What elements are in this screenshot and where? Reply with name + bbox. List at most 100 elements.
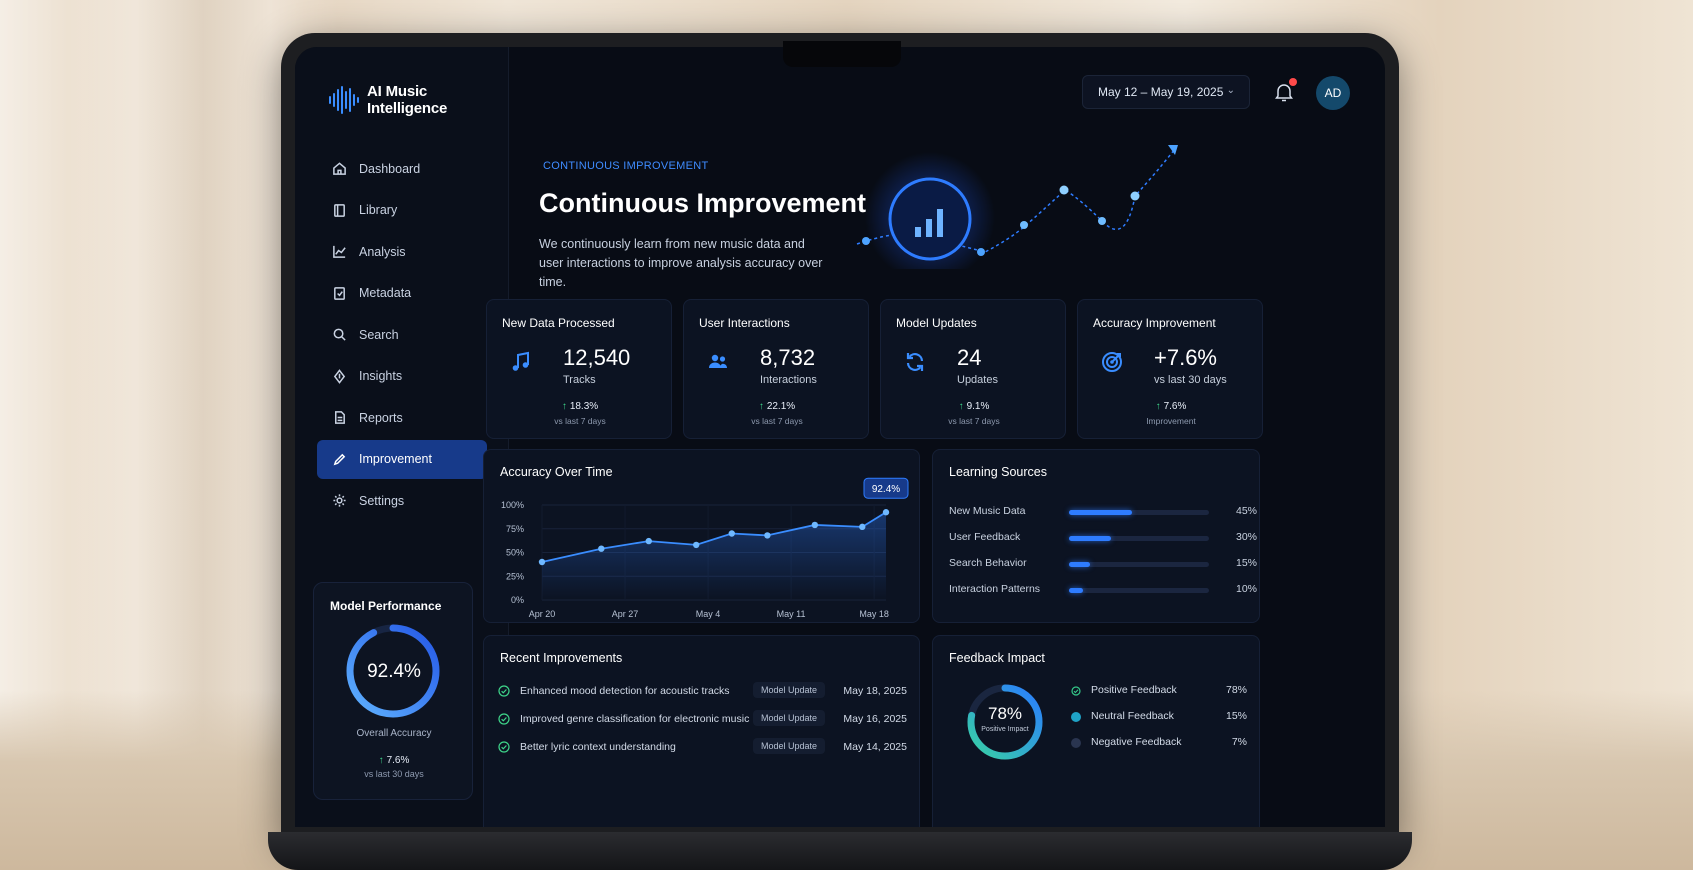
improvement-text: Improved genre classification for electr…: [520, 713, 750, 725]
sidebar-item-reports[interactable]: Reports: [317, 398, 487, 437]
sidebar-item-label: Dashboard: [359, 161, 421, 176]
source-percent: 10%: [1235, 583, 1257, 595]
app-title: AI Music Intelligence: [367, 83, 448, 117]
sidebar-item-improvement[interactable]: Improvement: [317, 439, 487, 479]
page-description: We continuously learn from new music dat…: [539, 237, 823, 289]
source-label: User Feedback: [949, 531, 1021, 543]
sidebar-item-library[interactable]: Library: [317, 191, 487, 230]
sidebar-item-search[interactable]: Search: [317, 315, 487, 354]
improvement-badge: Model Update: [753, 738, 826, 754]
date-range-value: May 12 – May 19, 2025: [1098, 85, 1224, 99]
arrow-up-icon: ↑: [1155, 401, 1161, 412]
source-row: New Music Data 45%: [949, 505, 1257, 519]
tag-icon: [331, 285, 347, 301]
stat-value: 12,540: [563, 345, 631, 370]
value-callout-label: 92.4%: [872, 484, 900, 495]
stat-unit: Updates: [957, 374, 998, 386]
improvement-row[interactable]: Improved genre classification for electr…: [498, 710, 908, 730]
source-bar-track: [1069, 536, 1209, 541]
learning-sources-panel: Learning Sources New Music Data 45% User…: [932, 449, 1260, 623]
stat-sub: vs last 7 days: [948, 416, 1000, 426]
feedback-percent: 78%: [1225, 684, 1247, 696]
home-icon: [331, 161, 347, 177]
data-point: [538, 558, 546, 566]
stat-card-new-data: New Data Processed 12,540 Tracks ↑ 18.3% …: [486, 299, 672, 439]
growth-illustration: [856, 145, 1178, 269]
y-tick-label: 100%: [501, 500, 524, 510]
y-tick-label: 50%: [506, 548, 524, 558]
feedback-impact-sub: Positive Impact: [981, 726, 1029, 733]
sidebar-item-label: Reports: [359, 410, 403, 425]
sidebar-item-label: Analysis: [359, 244, 406, 259]
source-bar-fill: [1069, 510, 1132, 515]
recent-improvements-panel: Recent Improvements Enhanced mood detect…: [483, 635, 920, 827]
feedback-row-negative: Negative Feedback 7%: [1071, 736, 1251, 750]
laptop-base: [268, 832, 1412, 870]
feedback-impact-panel: Feedback Impact 78% Positive Impact Posi…: [932, 635, 1260, 827]
feedback-percent: 15%: [1225, 710, 1247, 722]
overall-accuracy-value: 92.4%: [367, 661, 421, 682]
app-logo[interactable]: AI Music Intelligence: [329, 83, 508, 117]
accuracy-chart-panel: Accuracy Over Time 100% 75% 50% 25% 0% Apr 20…: [483, 449, 920, 623]
sidebar-item-label: Metadata: [359, 286, 412, 300]
gear-icon: [331, 493, 347, 509]
recent-improvements-title: Recent Improvements: [500, 651, 623, 665]
improvement-badge: Model Update: [753, 710, 826, 726]
feedback-label: Negative Feedback: [1091, 736, 1182, 748]
camera-notch: [783, 41, 901, 67]
source-row: Interaction Patterns 10%: [949, 583, 1257, 597]
improvement-date: May 16, 2025: [843, 713, 907, 725]
stat-title: New Data Processed: [502, 316, 615, 330]
search-icon: [331, 327, 347, 343]
feedback-impact-title: Feedback Impact: [949, 651, 1045, 665]
stat-value: +7.6%: [1154, 345, 1217, 370]
section-eyebrow: CONTINUOUS IMPROVEMENT: [543, 160, 709, 172]
source-bar-track: [1069, 588, 1209, 593]
sidebar-item-settings[interactable]: Settings: [317, 481, 487, 520]
users-icon: [704, 348, 732, 376]
feedback-row-positive: Positive Feedback 78%: [1071, 684, 1251, 698]
sidebar-item-dashboard[interactable]: Dashboard: [317, 149, 487, 188]
sidebar-item-insights[interactable]: Insights: [317, 357, 487, 396]
date-range-select[interactable]: May 12 – May 19, 2025 ⌄: [1082, 75, 1250, 109]
sidebar-item-label: Settings: [359, 493, 405, 508]
source-bar-track: [1069, 510, 1209, 515]
improvement-date: May 18, 2025: [843, 685, 907, 697]
improvement-row[interactable]: Better lyric context understanding Model…: [498, 738, 908, 758]
source-bar-fill: [1069, 588, 1083, 593]
learning-sources-title: Learning Sources: [949, 465, 1047, 479]
data-point: [882, 509, 890, 516]
improvement-text: Better lyric context understanding: [520, 741, 676, 753]
sidebar-item-analysis[interactable]: Analysis: [317, 232, 487, 271]
improvement-text: Enhanced mood detection for acoustic tra…: [520, 685, 730, 697]
chevron-down-icon: ⌄: [1226, 85, 1235, 96]
check-circle-icon: [498, 713, 510, 725]
data-point: [764, 532, 771, 539]
check-circle-icon: [498, 741, 510, 753]
arrow-up-icon: ↑: [958, 401, 964, 412]
data-point: [645, 537, 652, 545]
data-point: [859, 523, 866, 531]
check-circle-icon: [1071, 686, 1081, 696]
y-tick-label: 75%: [506, 524, 524, 534]
chart-icon: [331, 244, 347, 260]
stat-value: 8,732: [760, 345, 816, 370]
neutral-dot-icon: [1071, 712, 1081, 722]
source-percent: 15%: [1235, 557, 1257, 569]
stat-title: Model Updates: [896, 316, 977, 330]
x-tick-label: May 18: [859, 609, 889, 619]
improvement-row[interactable]: Enhanced mood detection for acoustic tra…: [498, 682, 908, 702]
source-bar-fill: [1069, 562, 1090, 567]
sidebar-item-metadata[interactable]: Metadata: [317, 274, 487, 313]
page-title: Continuous Improvement: [539, 188, 867, 218]
user-avatar[interactable]: AD: [1316, 76, 1350, 110]
x-tick-label: Apr 27: [612, 609, 639, 619]
music-note-icon: [507, 348, 535, 376]
stat-card-model-updates: Model Updates 24 Updates ↑ 9.1% vs last 7…: [880, 299, 1066, 439]
data-point: [693, 541, 700, 549]
feedback-impact-value: 78%: [987, 704, 1023, 723]
stat-unit: Interactions: [760, 374, 817, 386]
source-percent: 30%: [1235, 531, 1257, 543]
source-label: Search Behavior: [949, 557, 1027, 569]
source-row: User Feedback 30%: [949, 531, 1257, 545]
